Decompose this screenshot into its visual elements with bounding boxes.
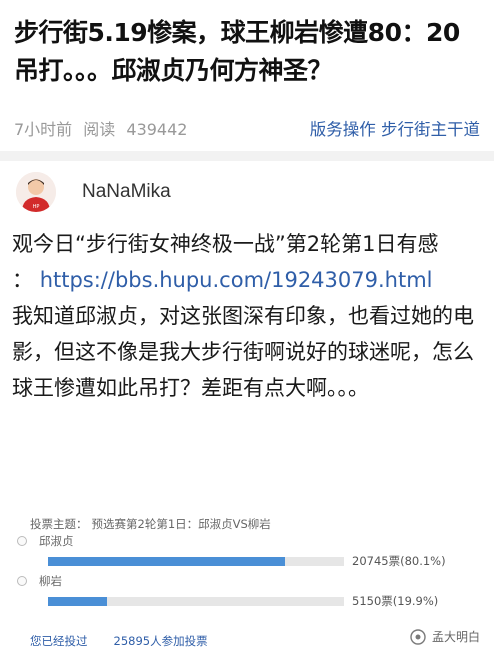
post-time: 7小时前 xyxy=(14,120,73,139)
poll-votes: 5150票(19.9%) xyxy=(352,594,439,608)
poll-option-2[interactable]: 柳岩 xyxy=(17,572,482,590)
poll-title-label: 投票主题： xyxy=(30,517,88,531)
svg-text:HP: HP xyxy=(33,204,40,210)
progress-fill xyxy=(48,596,107,606)
post-body: 观今日“步行街女神终极一战”第2轮第1日有感 ： https://bbs.hup… xyxy=(12,226,487,406)
body-paragraph: 我知道邱淑贞，对这张图深有印象，也看过她的电影，但这不像是我大步行街啊说好的球迷… xyxy=(12,304,474,400)
poll-participants: 25895人参加投票 xyxy=(113,634,208,648)
author-name[interactable]: NaNaMika xyxy=(82,181,171,203)
poll-votes: 20745票(80.1%) xyxy=(352,554,446,568)
breadcrumb[interactable]: 版务操作 步行街主干道 xyxy=(310,116,480,140)
author-row[interactable]: HP NaNaMika xyxy=(16,170,171,214)
poll-title: 投票主题： 预选赛第2轮第1日：邱淑贞VS柳岩 xyxy=(30,516,482,532)
post-stats: 7小时前 阅读 439442 xyxy=(14,116,187,140)
post-title: 步行街5.19惨案，球王柳岩惨遭80：20吊打。。。邱淑贞乃何方神圣？ xyxy=(14,18,460,85)
post-meta: 7小时前 阅读 439442 版务操作 步行街主干道 xyxy=(14,114,480,142)
avatar[interactable]: HP xyxy=(16,172,56,212)
thread-link[interactable]: https://bbs.hupu.com/19243079.html xyxy=(40,268,433,292)
poll-widget: 投票主题： 预选赛第2轮第1日：邱淑贞VS柳岩 邱淑贞 20745票(80.1%)… xyxy=(17,516,482,612)
watermark: 孟大明白 xyxy=(410,628,480,645)
poll-footer: 您已经投过 25895人参加投票 xyxy=(30,633,208,649)
wechat-official-account-icon xyxy=(410,628,426,645)
progress-fill xyxy=(48,556,286,566)
poll-result-2: 5150票(19.9%) xyxy=(30,590,482,612)
radio-button[interactable] xyxy=(17,536,27,546)
poll-option-1[interactable]: 邱淑贞 xyxy=(17,532,482,550)
body-link-line: ： https://bbs.hupu.com/19243079.html xyxy=(12,262,487,298)
progress-track xyxy=(48,556,344,566)
reads-label: 阅读 xyxy=(83,120,116,139)
section-divider xyxy=(0,151,494,161)
poll-result-1: 20745票(80.1%) xyxy=(30,550,482,572)
poll-option-label: 邱淑贞 xyxy=(39,534,74,548)
voted-status: 您已经投过 xyxy=(30,634,88,648)
poll-title-value: 预选赛第2轮第1日：邱淑贞VS柳岩 xyxy=(91,517,271,531)
reads-count: 439442 xyxy=(126,120,188,139)
watermark-text: 孟大明白 xyxy=(431,630,480,644)
user-avatar-icon: HP xyxy=(16,172,56,212)
radio-button[interactable] xyxy=(17,576,27,586)
poll-option-label: 柳岩 xyxy=(39,574,62,588)
link-prefix: ： xyxy=(12,268,33,292)
body-intro: 观今日“步行街女神终极一战”第2轮第1日有感 xyxy=(12,232,439,256)
progress-track xyxy=(48,596,344,606)
